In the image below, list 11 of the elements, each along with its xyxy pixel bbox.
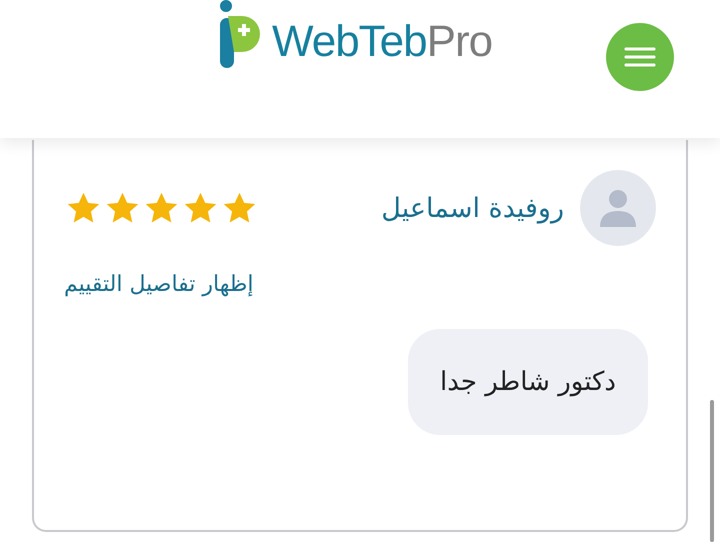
star-icon xyxy=(144,191,179,225)
rating-details-link[interactable]: إظهار تفاصيل التقييم xyxy=(64,272,254,297)
menu-icon xyxy=(624,46,656,68)
scrollbar[interactable] xyxy=(710,400,714,542)
logo-text: WebTebPro xyxy=(272,20,492,68)
star-icon xyxy=(222,191,257,225)
reviewer-name: روفيدة اسماعيل xyxy=(380,192,564,224)
star-icon xyxy=(183,191,218,225)
star-icon xyxy=(66,191,101,225)
review-comment: دكتور شاطر جدا xyxy=(408,329,648,435)
star-icon xyxy=(105,191,140,225)
